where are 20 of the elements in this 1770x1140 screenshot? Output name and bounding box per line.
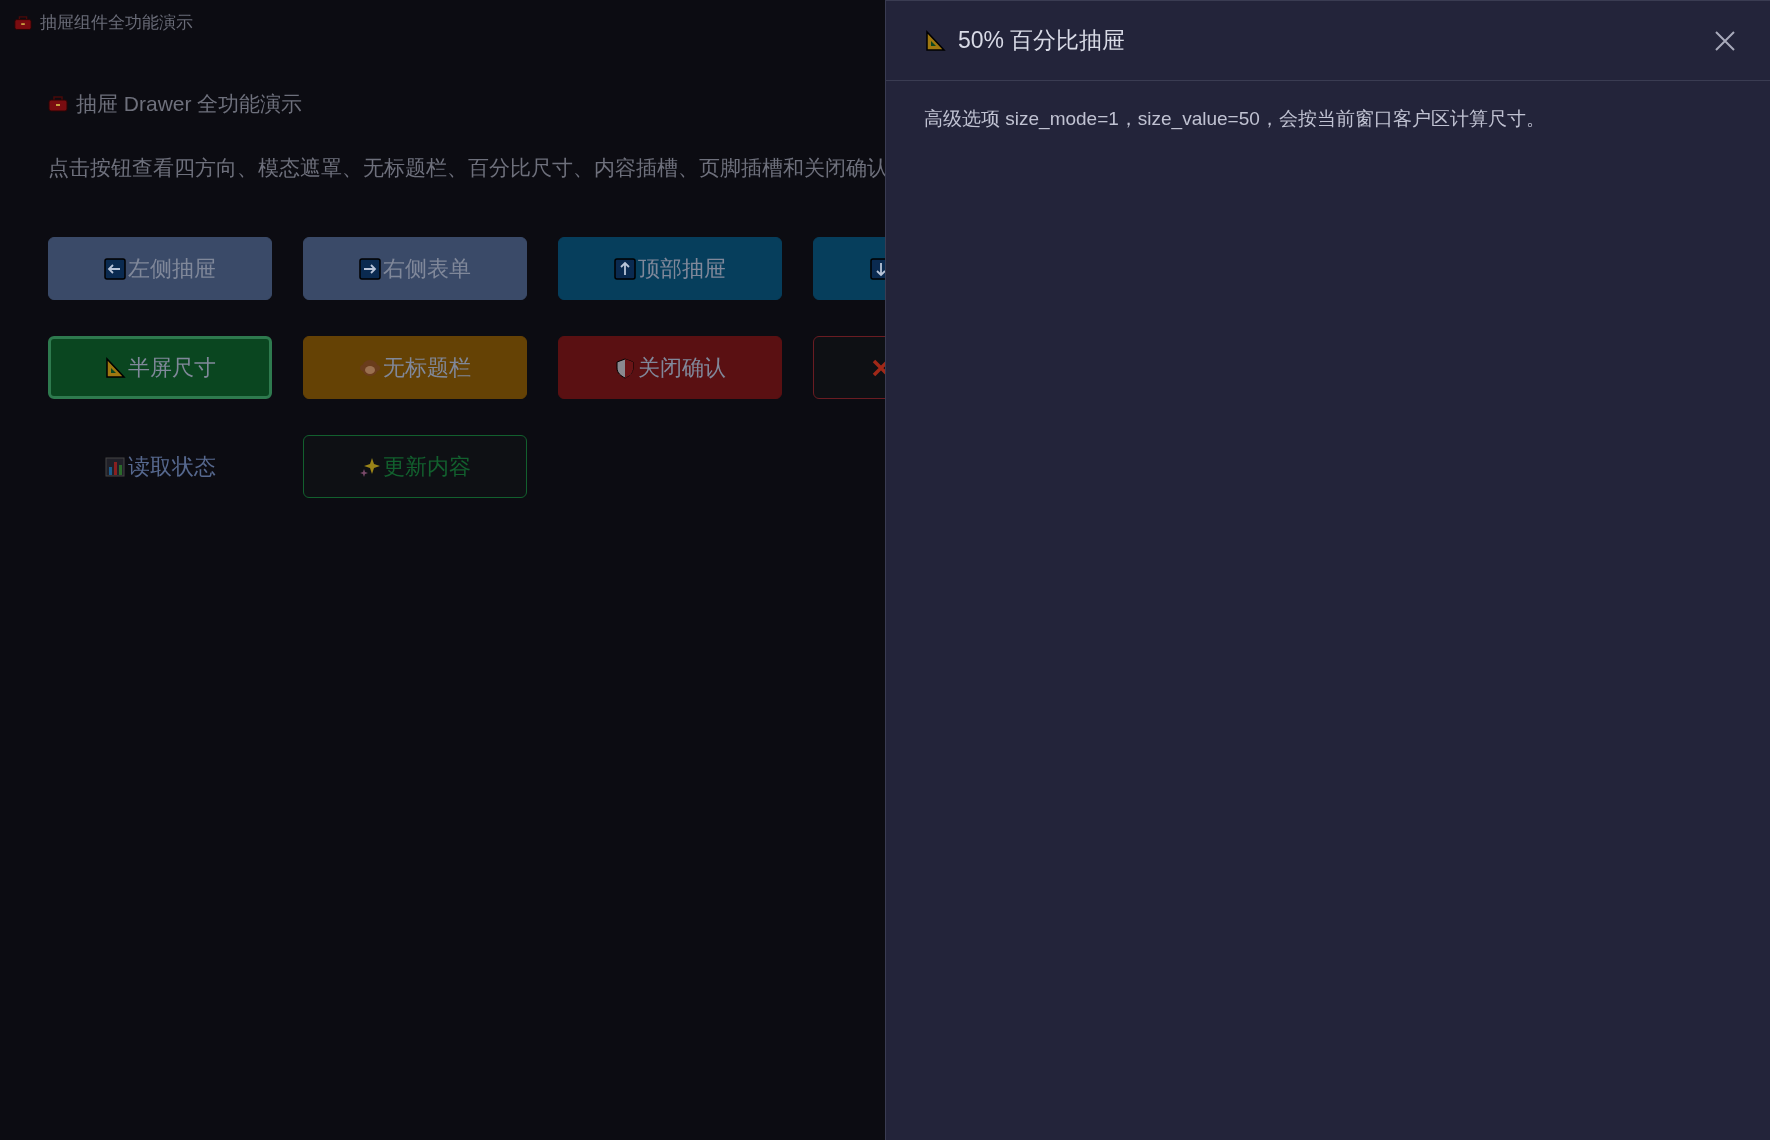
drawer-title: 50% 百分比抽屉 — [958, 26, 1126, 56]
window-title: 抽屉组件全功能演示 — [40, 12, 193, 35]
action-button[interactable]: 关闭确认 — [558, 336, 782, 399]
page-description: 点击按钮查看四方向、模态遮罩、无标题栏、百分比尺寸、内容插槽、页脚插槽和关闭确认 — [48, 154, 889, 181]
action-button[interactable]: 无标题栏 — [303, 336, 527, 399]
toolbox-icon — [48, 95, 68, 112]
page-heading: 抽屉 Drawer 全功能演示 — [76, 91, 303, 117]
action-button[interactable]: 左侧抽屉 — [48, 237, 272, 300]
close-icon — [1714, 29, 1736, 52]
bar-chart-icon — [104, 455, 126, 478]
action-button[interactable]: 读取状态 — [48, 435, 272, 498]
drawer-body-text: 高级选项 size_mode=1，size_value=50，会按当前窗口客户区计算尺寸。 — [923, 107, 1546, 132]
shield-icon — [614, 356, 636, 379]
triangle-ruler-icon — [104, 356, 126, 379]
action-button[interactable]: 半屏尺寸 — [48, 336, 272, 399]
triangle-ruler-icon — [924, 29, 946, 52]
action-button[interactable]: 顶部抽屉 — [558, 237, 782, 300]
action-button[interactable]: 右侧表单 — [303, 237, 527, 300]
toolbox-icon — [14, 15, 32, 31]
action-button[interactable]: 更新内容 — [303, 435, 527, 498]
